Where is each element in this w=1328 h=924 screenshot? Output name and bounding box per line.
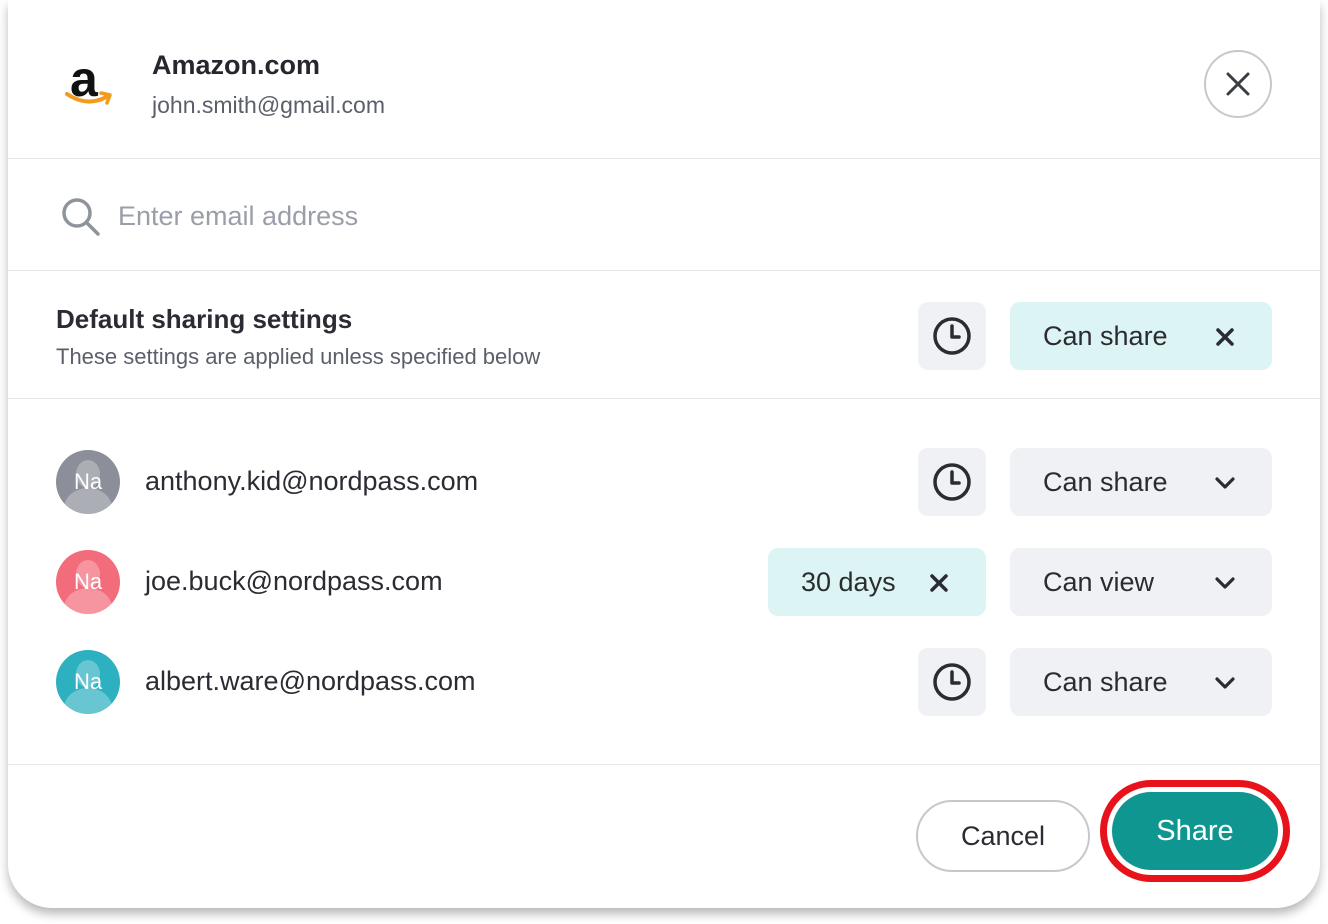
user-email: joe.buck@nordpass.com <box>145 566 443 596</box>
avatar-initials: Na <box>73 469 103 494</box>
chevron-down-icon <box>1215 677 1235 689</box>
share-button[interactable]: Share <box>1112 792 1278 870</box>
avatar-initials: Na <box>73 669 103 694</box>
user-permission-dropdown[interactable]: Can share <box>1010 648 1272 716</box>
divider <box>8 764 1320 765</box>
close-button[interactable] <box>1204 50 1272 118</box>
clear-x-icon[interactable] <box>928 572 950 594</box>
user-permission-dropdown[interactable]: Can share <box>1010 448 1272 516</box>
close-icon <box>1226 72 1250 96</box>
user-email: albert.ware@nordpass.com <box>145 666 476 696</box>
cancel-button[interactable]: Cancel <box>916 800 1090 872</box>
site-name: Amazon.com <box>152 50 321 80</box>
clock-icon <box>933 463 971 501</box>
user-expiry-chip[interactable]: 30 days <box>768 548 986 616</box>
divider <box>8 158 1320 159</box>
divider <box>8 270 1320 271</box>
account-email: john.smith@gmail.com <box>152 92 385 118</box>
user-expiry-button[interactable] <box>918 648 986 716</box>
default-expiry-button[interactable] <box>918 302 986 370</box>
user-email: anthony.kid@nordpass.com <box>145 466 479 496</box>
chevron-down-icon <box>1215 577 1235 589</box>
default-settings-subtitle: These settings are applied unless specif… <box>56 344 541 369</box>
chevron-down-icon <box>1215 477 1235 489</box>
default-settings-title: Default sharing settings <box>56 304 353 334</box>
user-permission-label: Can share <box>1043 666 1168 697</box>
user-permission-dropdown[interactable]: Can view <box>1010 548 1272 616</box>
avatar: Na <box>56 550 120 614</box>
default-permission-label: Can share <box>1043 320 1168 351</box>
expiry-label: 30 days <box>801 566 896 597</box>
clear-x-icon[interactable] <box>1214 326 1236 348</box>
amazon-logo: a <box>60 51 120 116</box>
search-icon <box>62 198 100 236</box>
share-dialog: a Amazon.com john.smith@gmail.com Defaul… <box>8 0 1320 908</box>
avatar-initials: Na <box>73 569 103 594</box>
clock-icon <box>933 663 971 701</box>
avatar: Na <box>56 450 120 514</box>
clock-icon <box>933 317 971 355</box>
email-search-input[interactable] <box>118 194 818 238</box>
user-permission-label: Can share <box>1043 466 1168 497</box>
divider <box>8 398 1320 399</box>
default-permission-chip[interactable]: Can share <box>1010 302 1272 370</box>
user-expiry-button[interactable] <box>918 448 986 516</box>
avatar: Na <box>56 650 120 714</box>
user-permission-label: Can view <box>1043 566 1155 597</box>
